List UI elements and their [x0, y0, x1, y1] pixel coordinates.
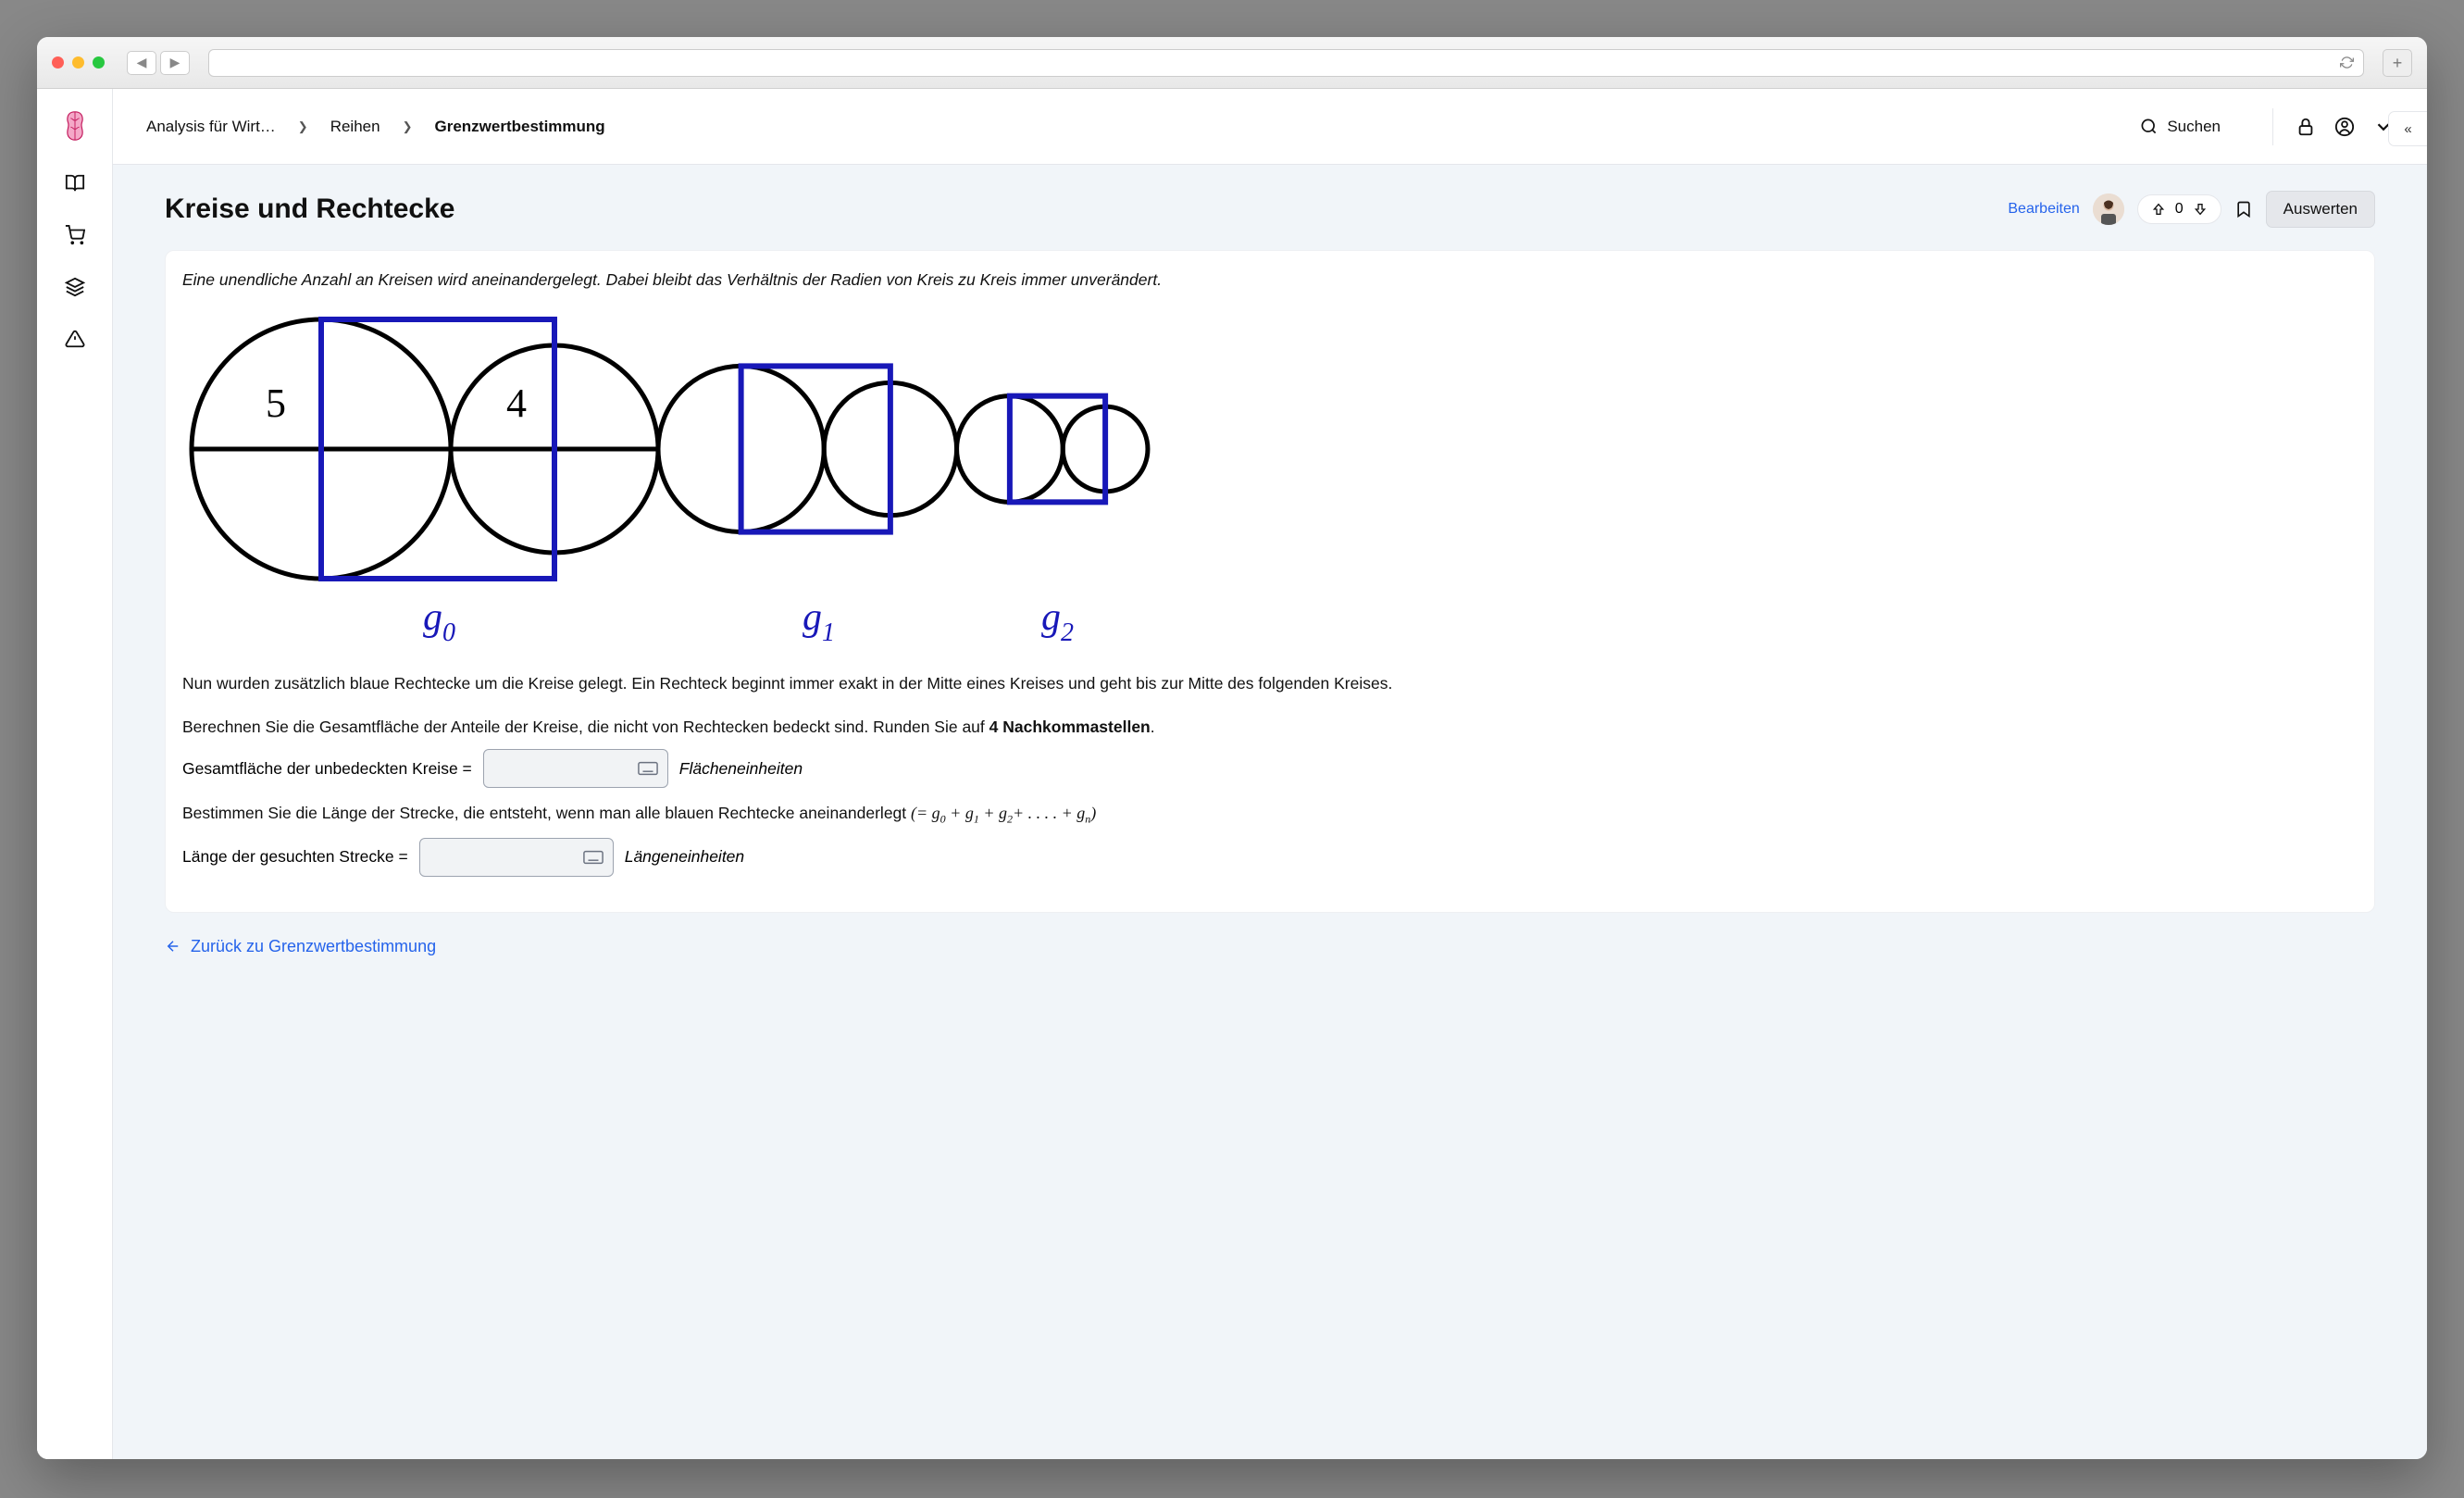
lock-icon[interactable] — [2296, 117, 2316, 137]
user-icon[interactable] — [2334, 117, 2355, 137]
radius-1-label: 5 — [266, 381, 286, 426]
collapse-panel-button[interactable]: « — [2388, 111, 2427, 146]
radius-2-label: 4 — [506, 381, 527, 426]
logo-icon[interactable] — [62, 109, 88, 143]
search-icon — [2140, 118, 2158, 135]
reload-icon[interactable] — [2340, 56, 2354, 69]
downvote-icon[interactable] — [2193, 202, 2208, 217]
task-2-text: Bestimmen Sie die Länge der Strecke, die… — [182, 801, 2358, 828]
browser-titlebar: ◀ ▶ + — [37, 37, 2427, 89]
url-bar[interactable] — [208, 49, 2364, 77]
nav-forward-button[interactable]: ▶ — [160, 51, 190, 75]
divider — [2272, 108, 2273, 145]
input-1-unit: Flächeneinheiten — [679, 759, 803, 779]
breadcrumb-seg-2[interactable]: Reihen — [330, 118, 380, 136]
vote-box: 0 — [2137, 194, 2221, 224]
length-input[interactable] — [419, 838, 614, 877]
alert-icon[interactable] — [64, 328, 86, 350]
vote-count: 0 — [2175, 201, 2184, 218]
breadcrumb: Analysis für Wirt… ❯ Reihen ❯ Grenzwertb… — [146, 118, 605, 136]
chevron-right-icon: ❯ — [298, 119, 308, 134]
svg-text:g0: g0 — [423, 596, 455, 647]
new-tab-button[interactable]: + — [2383, 49, 2412, 77]
layers-icon[interactable] — [64, 276, 86, 298]
search-label: Suchen — [2167, 118, 2221, 136]
breadcrumb-current: Grenzwertbestimmung — [434, 118, 604, 136]
window-controls — [52, 56, 105, 69]
chevron-right-icon: ❯ — [403, 119, 413, 134]
minimize-window[interactable] — [72, 56, 84, 69]
back-link[interactable]: Zurück zu Grenzwertbestimmung — [165, 937, 2375, 956]
bookmark-icon[interactable] — [2234, 199, 2253, 219]
topbar: Analysis für Wirt… ❯ Reihen ❯ Grenzwertb… — [113, 89, 2427, 165]
keyboard-icon — [638, 761, 658, 776]
arrow-left-icon — [165, 938, 181, 955]
circles-diagram: 5 4 g0 g1 g2 — [182, 306, 1238, 657]
search-button[interactable]: Suchen — [2140, 118, 2221, 136]
evaluate-button[interactable]: Auswerten — [2266, 191, 2375, 228]
description-text: Nun wurden zusätzlich blaue Rechtecke um… — [182, 671, 2358, 696]
cart-icon[interactable] — [64, 224, 86, 246]
maximize-window[interactable] — [93, 56, 105, 69]
keyboard-icon — [583, 850, 604, 865]
input-2-label: Länge der gesuchten Strecke = — [182, 847, 408, 867]
book-icon[interactable] — [64, 172, 86, 194]
page-title: Kreise und Rechtecke — [165, 193, 454, 225]
svg-text:g1: g1 — [803, 596, 835, 647]
upvote-icon[interactable] — [2151, 202, 2166, 217]
nav-back-button[interactable]: ◀ — [127, 51, 156, 75]
area-input[interactable] — [483, 749, 668, 788]
svg-text:g2: g2 — [1041, 596, 1074, 647]
input-2-unit: Längeneinheiten — [625, 847, 744, 867]
author-avatar[interactable] — [2093, 193, 2124, 225]
sidebar — [37, 89, 113, 1459]
exercise-card: Eine unendliche Anzahl an Kreisen wird a… — [165, 250, 2375, 913]
close-window[interactable] — [52, 56, 64, 69]
input-1-label: Gesamtfläche der unbedeckten Kreise = — [182, 759, 472, 779]
task-1-text: Berechnen Sie die Gesamtfläche der Antei… — [182, 715, 2358, 740]
intro-text: Eine unendliche Anzahl an Kreisen wird a… — [182, 268, 2358, 293]
breadcrumb-seg-1[interactable]: Analysis für Wirt… — [146, 118, 276, 136]
edit-link[interactable]: Bearbeiten — [2008, 201, 2079, 218]
